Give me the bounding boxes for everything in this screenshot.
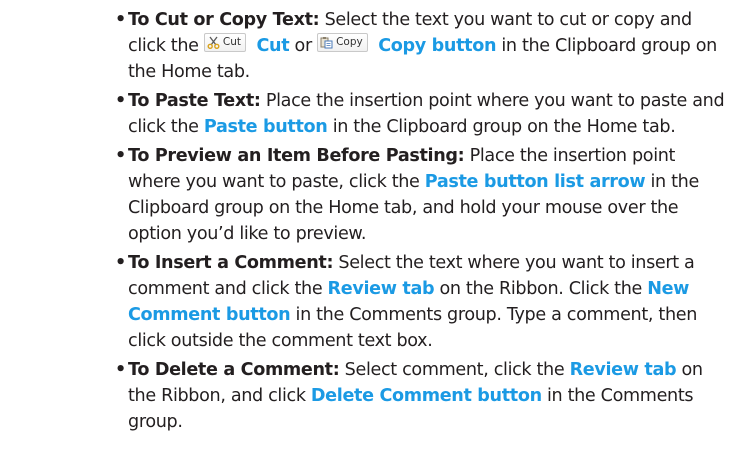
scissors-icon xyxy=(207,36,220,49)
list-item-paste: • To Paste Text: Place the insertion poi… xyxy=(115,88,727,140)
bullet: • xyxy=(115,146,126,166)
item-text: in the Clipboard group on the Home tab. xyxy=(327,117,676,137)
copy-button-link: Copy button xyxy=(378,36,497,56)
copy-button-label: Copy xyxy=(336,36,363,48)
list-item-delete-comment: • To Delete a Comment: Select comment, c… xyxy=(115,357,727,435)
item-heading: To Cut or Copy Text: xyxy=(128,10,320,30)
bullet: • xyxy=(115,91,126,111)
item-heading: To Preview an Item Before Pasting: xyxy=(128,146,465,166)
paste-list-arrow-link: Paste button list arrow xyxy=(424,172,646,192)
instruction-list: • To Cut or Copy Text: Select the text y… xyxy=(115,7,727,438)
bullet: • xyxy=(115,253,126,273)
item-text: Select comment, click the xyxy=(339,360,570,380)
item-text-or: or xyxy=(289,36,318,56)
item-heading: To Paste Text: xyxy=(128,91,261,111)
item-heading: To Insert a Comment: xyxy=(128,253,334,273)
cut-button[interactable]: Cut xyxy=(203,33,246,52)
cut-link: Cut xyxy=(256,36,290,56)
review-tab-link: Review tab xyxy=(327,279,435,299)
bullet: • xyxy=(115,10,126,30)
list-item-preview: • To Preview an Item Before Pasting: Pla… xyxy=(115,143,727,247)
bullet: • xyxy=(115,360,126,380)
list-item-cut-copy: • To Cut or Copy Text: Select the text y… xyxy=(115,7,727,85)
paste-button-link: Paste button xyxy=(203,117,328,137)
list-item-insert-comment: • To Insert a Comment: Select the text w… xyxy=(115,250,727,354)
cut-button-label: Cut xyxy=(222,36,241,48)
delete-comment-button-link: Delete Comment button xyxy=(310,386,542,406)
item-heading: To Delete a Comment: xyxy=(128,360,340,380)
item-text: on the Ribbon. Click the xyxy=(434,279,648,299)
clipboard-copy-icon xyxy=(320,36,333,49)
review-tab-link: Review tab xyxy=(569,360,677,380)
copy-button[interactable]: Copy xyxy=(317,33,368,52)
